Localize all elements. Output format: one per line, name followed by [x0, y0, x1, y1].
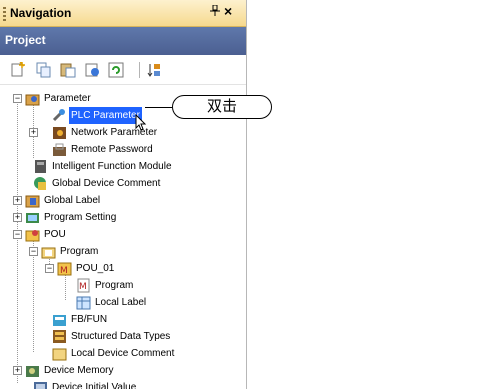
- tree-guide: [17, 100, 18, 383]
- tree-item-label: POU: [44, 229, 66, 240]
- tree-item-label: POU_01: [76, 263, 115, 274]
- tree-item-label: Intelligent Function Module: [52, 161, 172, 172]
- collapse-toggle[interactable]: −: [13, 230, 22, 239]
- local-label-icon: [76, 295, 91, 310]
- tree-item-label: Parameter: [44, 93, 91, 104]
- program-setting-icon: [25, 210, 40, 225]
- module-icon: [33, 159, 48, 174]
- device-initial-value-icon: [33, 380, 48, 389]
- project-label: Project: [5, 33, 46, 47]
- expand-toggle[interactable]: +: [29, 128, 38, 137]
- tree-item-label: PLC Parameter: [69, 107, 142, 124]
- tree-item-label: Global Device Comment: [52, 178, 161, 189]
- svg-text:M: M: [79, 282, 87, 292]
- program-icon: M: [76, 278, 91, 293]
- plc-parameter-icon: [52, 108, 67, 123]
- pin-icon[interactable]: [210, 4, 220, 19]
- tree-item-label: Program Setting: [44, 212, 117, 223]
- expand-toggle[interactable]: +: [13, 196, 22, 205]
- close-icon[interactable]: ×: [224, 3, 232, 19]
- new-item-icon[interactable]: [10, 61, 26, 78]
- svg-text:M: M: [60, 266, 68, 276]
- expand-toggle[interactable]: +: [13, 213, 22, 222]
- device-comment-icon: [33, 176, 48, 191]
- structured-data-types-icon: [52, 329, 67, 344]
- paste-icon[interactable]: [60, 62, 76, 78]
- tree-item-label: Program: [60, 246, 99, 257]
- expand-toggle[interactable]: +: [13, 366, 22, 375]
- tree-item-label: Device Initial Value: [52, 382, 137, 389]
- remote-password-icon: [52, 142, 67, 157]
- sort-icon[interactable]: [146, 62, 162, 78]
- tree-item-label: Device Memory: [44, 365, 114, 376]
- properties-icon[interactable]: [84, 62, 100, 78]
- project-tree: − Parameter PLC Parameter + Network Para…: [0, 90, 246, 389]
- tree-item-label: FB/FUN: [71, 314, 108, 325]
- project-header: Project: [0, 27, 246, 55]
- navigation-title: Navigation: [10, 6, 72, 20]
- double-click-callout: 双击: [172, 95, 272, 119]
- collapse-toggle[interactable]: −: [13, 94, 22, 103]
- tree-item-label: Local Device Comment: [71, 348, 175, 359]
- tree-item-label: Remote Password: [71, 144, 153, 155]
- toolbar-separator: [139, 62, 140, 78]
- parameter-folder-icon: [25, 91, 40, 106]
- pou-folder-icon: [25, 227, 40, 242]
- tree-item-label: Program: [95, 280, 134, 291]
- collapse-toggle[interactable]: −: [45, 264, 54, 273]
- navigation-titlebar[interactable]: Navigation ×: [0, 0, 246, 27]
- program-folder-icon: [41, 244, 56, 259]
- copy-icon[interactable]: [36, 62, 52, 78]
- tree-item-label: Local Label: [95, 297, 147, 308]
- fb-fun-icon: [52, 312, 67, 327]
- collapse-toggle[interactable]: −: [29, 247, 38, 256]
- tree-item-label: Global Label: [44, 195, 101, 206]
- drag-grip-icon[interactable]: [3, 7, 6, 21]
- mouse-pointer-icon: [135, 113, 147, 132]
- navigation-panel: Navigation × Project − Parameter PLC Par…: [0, 0, 247, 389]
- refresh-icon[interactable]: [108, 62, 124, 78]
- pou-01-icon: M: [57, 261, 72, 276]
- global-label-icon: [25, 193, 40, 208]
- device-memory-icon: [25, 363, 40, 378]
- local-device-comment-icon: [52, 346, 67, 361]
- navigation-toolbar: [0, 56, 246, 85]
- callout-pointer-line: [145, 107, 172, 108]
- tree-item-label: Structured Data Types: [71, 331, 171, 342]
- network-parameter-icon: [52, 125, 67, 140]
